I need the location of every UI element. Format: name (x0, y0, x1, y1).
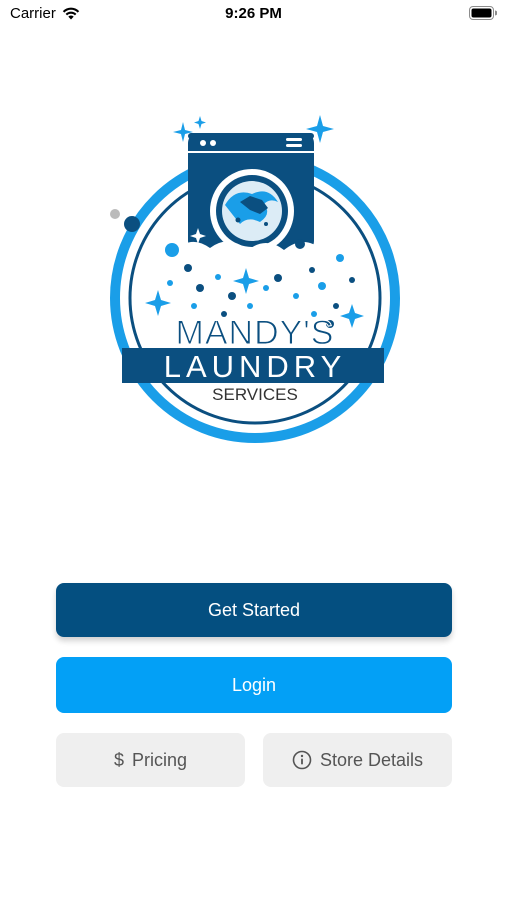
washing-machine-icon (188, 133, 314, 253)
status-time: 9:26 PM (225, 5, 282, 22)
app-screen: Carrier 9:26 PM MANDY'S LAUNDRY SERVICES… (0, 0, 507, 900)
logo-title-line1: MANDY'S (176, 314, 335, 352)
store-details-label: Store Details (319, 749, 424, 770)
login-label: Login (231, 674, 277, 695)
dollar-icon: $ (113, 749, 124, 770)
store-details-button[interactable]: Store Details (263, 733, 452, 787)
login-button[interactable]: Login (56, 657, 452, 713)
mandys-laundry-logo: MANDY'S LAUNDRY SERVICES (110, 115, 400, 443)
pricing-label: Pricing (131, 749, 188, 770)
logo-title-line3: SERVICES (212, 385, 298, 404)
pricing-button[interactable]: $ Pricing (56, 733, 245, 787)
get-started-label: Get Started (207, 599, 301, 620)
battery-icon (469, 6, 497, 20)
get-started-button[interactable]: Get Started (56, 583, 452, 637)
status-bar: Carrier 9:26 PM (0, 0, 507, 30)
logo-title-line2: LAUNDRY (164, 349, 347, 384)
info-icon (292, 750, 312, 770)
